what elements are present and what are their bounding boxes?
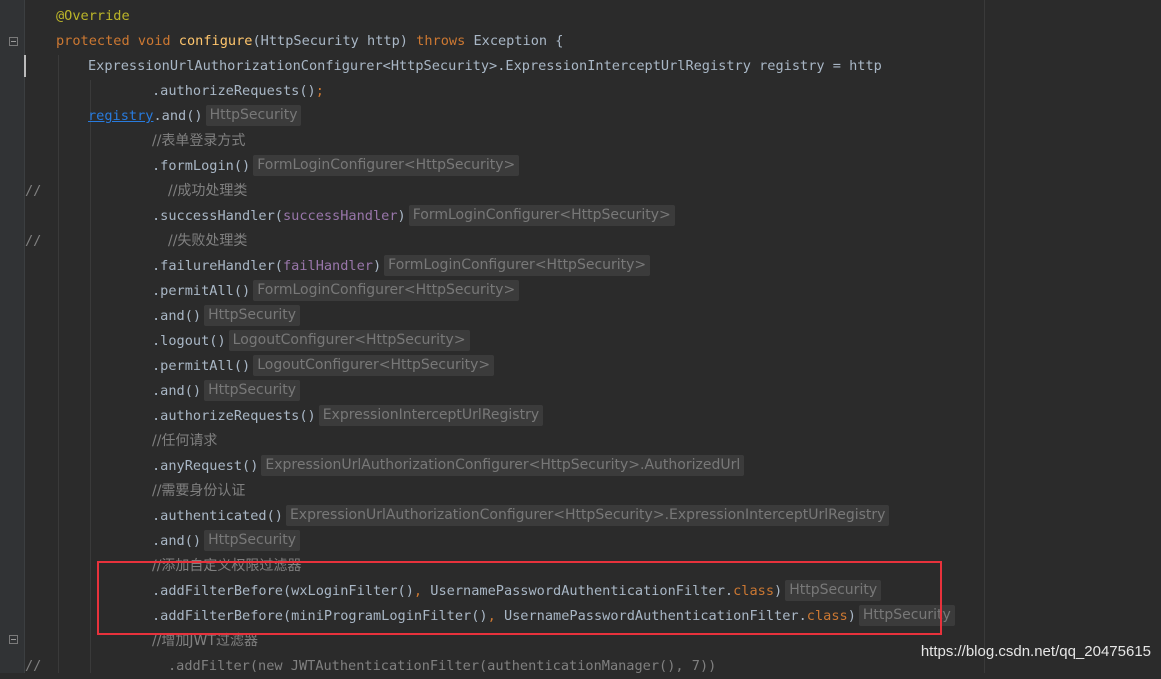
- type-hint: HttpSecurity: [204, 304, 300, 326]
- code-line[interactable]: .failureHandler(failHandler) FormLoginCon…: [152, 254, 651, 279]
- semicolon: ;: [315, 83, 324, 99]
- code-line[interactable]: .formLogin() FormLoginConfigurer<HttpSecu…: [152, 154, 520, 179]
- text-cursor: [24, 55, 26, 77]
- method-call: .formLogin(): [152, 158, 251, 174]
- comment-marker: //: [25, 183, 42, 199]
- code-comment: //失败处理类: [168, 233, 248, 249]
- comment-marker: //: [25, 233, 42, 249]
- paren: ): [397, 208, 406, 224]
- code-line[interactable]: .anyRequest() ExpressionUrlAuthorizationC…: [152, 454, 745, 479]
- editor-gutter: [0, 0, 24, 673]
- type-hint: FormLoginConfigurer<HttpSecurity>: [253, 279, 520, 301]
- type-hint: FormLoginConfigurer<HttpSecurity>: [384, 254, 651, 276]
- fold-collapse-icon[interactable]: [9, 37, 18, 46]
- right-margin-guide: [984, 0, 985, 673]
- gutter-separator: [24, 0, 25, 673]
- method-tail: Exception {: [465, 33, 564, 49]
- method-call: .logout(): [152, 333, 226, 349]
- code-line[interactable]: registry.and() HttpSecurity: [88, 104, 302, 129]
- code-line[interactable]: //需要身份认证: [152, 479, 245, 504]
- type-hint: HttpSecurity: [204, 529, 300, 551]
- indent-guide: [90, 80, 91, 673]
- code-comment: //成功处理类: [168, 183, 248, 199]
- code-line[interactable]: //表单登录方式: [152, 129, 245, 154]
- code-line[interactable]: .and() HttpSecurity: [152, 304, 300, 329]
- method-call: .successHandler(: [152, 208, 283, 224]
- commented-code: .addFilter(new JWTAuthenticationFilter(a…: [168, 658, 717, 674]
- method-call: .and(): [152, 308, 202, 324]
- registry-declaration: ExpressionUrlAuthorizationConfigurer<Htt…: [88, 58, 882, 74]
- watermark: https://blog.csdn.net/qq_20475615: [920, 643, 1151, 660]
- method-call: .authenticated(): [152, 508, 283, 524]
- code-line[interactable]: .permitAll() LogoutConfigurer<HttpSecurit…: [152, 354, 495, 379]
- code-line[interactable]: @Override: [56, 4, 130, 29]
- highlight-annotation-box: [97, 561, 942, 635]
- paren: ): [372, 258, 382, 274]
- type-hint: ExpressionUrlAuthorizationConfigurer<Htt…: [261, 454, 745, 476]
- method-name: configure: [178, 33, 253, 49]
- method-call: .failureHandler(: [152, 258, 283, 274]
- type-hint: LogoutConfigurer<HttpSecurity>: [228, 329, 470, 351]
- type-hint: FormLoginConfigurer<HttpSecurity>: [253, 154, 520, 176]
- code-line[interactable]: .and() HttpSecurity: [152, 379, 300, 404]
- method-call: .authorizeRequests(): [152, 83, 316, 99]
- method-call: .and(): [153, 108, 203, 124]
- method-call: .permitAll(): [152, 358, 251, 374]
- override-annotation: @Override: [56, 8, 130, 24]
- registry-reference[interactable]: registry: [88, 108, 153, 124]
- code-comment: //任何请求: [152, 433, 218, 449]
- keyword: void: [137, 33, 171, 49]
- type-hint: FormLoginConfigurer<HttpSecurity>: [408, 204, 675, 226]
- type-hint: HttpSecurity: [204, 379, 300, 401]
- field-reference: failHandler: [282, 258, 373, 274]
- code-line[interactable]: .authenticated() ExpressionUrlAuthorizati…: [152, 504, 890, 529]
- type-hint: ExpressionUrlAuthorizationConfigurer<Htt…: [285, 504, 890, 526]
- code-line[interactable]: //成功处理类: [168, 179, 247, 204]
- field-reference: successHandler: [282, 208, 398, 224]
- method-call: .authorizeRequests(): [152, 408, 316, 424]
- keyword: throws: [416, 33, 466, 49]
- method-call: .and(): [152, 383, 202, 399]
- code-line[interactable]: protected void configure(HttpSecurity ht…: [56, 29, 563, 54]
- code-comment: //需要身份认证: [152, 483, 246, 499]
- code-comment: //表单登录方式: [152, 133, 246, 149]
- keyword: protected: [56, 33, 130, 49]
- code-line[interactable]: .and() HttpSecurity: [152, 529, 300, 554]
- type-hint: HttpSecurity: [205, 104, 302, 126]
- code-line[interactable]: .authorizeRequests();: [152, 79, 324, 104]
- method-call: .anyRequest(): [152, 458, 259, 474]
- code-line[interactable]: .authorizeRequests() ExpressionInterceptU…: [152, 404, 544, 429]
- code-line[interactable]: ExpressionUrlAuthorizationConfigurer<Htt…: [88, 54, 882, 79]
- code-line[interactable]: .successHandler(successHandler) FormLogin…: [152, 204, 675, 229]
- method-call: .and(): [152, 533, 202, 549]
- method-params: (HttpSecurity http): [252, 33, 417, 49]
- fold-collapse-icon[interactable]: [9, 635, 18, 644]
- indent-guide: [58, 55, 59, 673]
- code-line[interactable]: .logout() LogoutConfigurer<HttpSecurity>: [152, 329, 470, 354]
- method-call: .permitAll(): [152, 283, 251, 299]
- code-line[interactable]: .permitAll() FormLoginConfigurer<HttpSecu…: [152, 279, 520, 304]
- comment-marker: //: [25, 658, 42, 674]
- code-line[interactable]: //失败处理类: [168, 229, 247, 254]
- code-line[interactable]: //任何请求: [152, 429, 217, 454]
- type-hint: LogoutConfigurer<HttpSecurity>: [253, 354, 495, 376]
- code-comment: //增加JWT过滤器: [152, 633, 258, 649]
- type-hint: ExpressionInterceptUrlRegistry: [318, 404, 544, 426]
- code-line[interactable]: .addFilter(new JWTAuthenticationFilter(a…: [168, 654, 716, 679]
